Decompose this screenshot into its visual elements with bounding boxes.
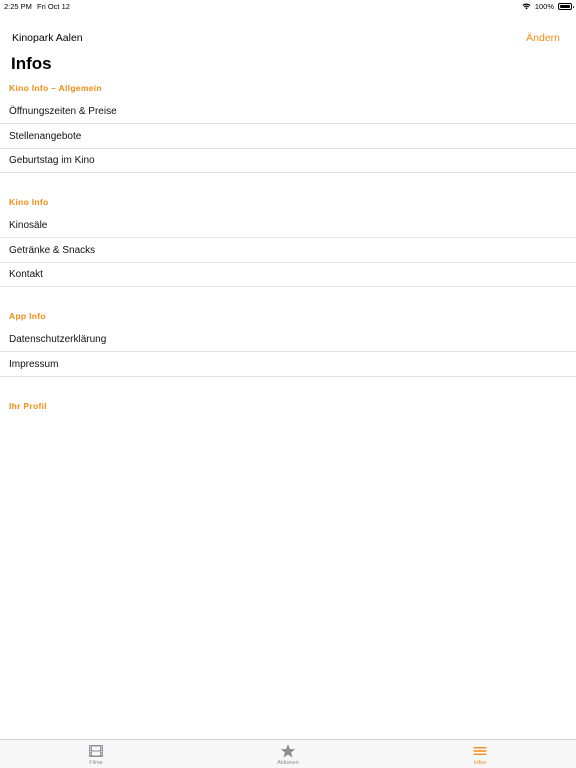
battery-icon: [558, 3, 574, 10]
screen: 2:25 PM Fri Oct 12 100% Kinopark Aalen Ä…: [0, 0, 576, 768]
tab-label: Infos: [474, 760, 486, 766]
film-icon: [89, 745, 103, 757]
tab-aktionen[interactable]: Aktionen: [192, 740, 384, 768]
list-item-label: Öffnungszeiten & Preise: [9, 106, 117, 117]
status-date: Fri Oct 12: [37, 2, 70, 11]
tab-bar: Filme Aktionen Infos: [0, 739, 576, 768]
page-title: Infos: [11, 54, 52, 73]
nav-bar: Kinopark Aalen Ändern: [0, 26, 576, 50]
list-item-opening-hours[interactable]: Öffnungszeiten & Preise: [0, 99, 576, 124]
section-header-app: App Info: [9, 311, 46, 321]
list-item-snacks[interactable]: Getränke & Snacks: [0, 238, 576, 263]
tab-label: Aktionen: [277, 760, 299, 766]
list-item-contact[interactable]: Kontakt: [0, 262, 576, 287]
list-item-label: Geburtstag im Kino: [9, 155, 95, 166]
list-item-label: Datenschutzerklärung: [9, 334, 107, 345]
list-item-label: Kontakt: [9, 269, 43, 280]
star-icon: [280, 744, 296, 758]
cinema-name: Kinopark Aalen: [12, 32, 83, 44]
list-item-label: Stellenangebote: [9, 131, 82, 142]
status-bar: 2:25 PM Fri Oct 12 100%: [0, 0, 576, 12]
tab-infos[interactable]: Infos: [384, 740, 576, 768]
section-header-cinema: Kino Info: [9, 197, 49, 207]
tab-label: Filme: [89, 760, 103, 766]
tab-filme[interactable]: Filme: [0, 740, 192, 768]
list-item-imprint[interactable]: Impressum: [0, 352, 576, 377]
section-header-general: Kino Info – Allgemein: [9, 83, 102, 93]
list-item-privacy[interactable]: Datenschutzerklärung: [0, 327, 576, 352]
status-time: 2:25 PM: [4, 2, 32, 11]
status-indicators: 100%: [522, 2, 574, 11]
menu-icon: [473, 747, 487, 755]
list-item-jobs[interactable]: Stellenangebote: [0, 124, 576, 149]
change-cinema-button[interactable]: Ändern: [526, 32, 560, 44]
list-item-label: Kinosäle: [9, 220, 48, 231]
battery-percent: 100%: [534, 2, 554, 11]
list-item-birthday[interactable]: Geburtstag im Kino: [0, 148, 576, 173]
wifi-icon: [522, 3, 531, 10]
list-item-halls[interactable]: Kinosäle: [0, 213, 576, 238]
list-item-label: Getränke & Snacks: [9, 245, 96, 256]
list-item-label: Impressum: [9, 359, 59, 370]
section-header-profile: Ihr Profil: [9, 401, 47, 411]
